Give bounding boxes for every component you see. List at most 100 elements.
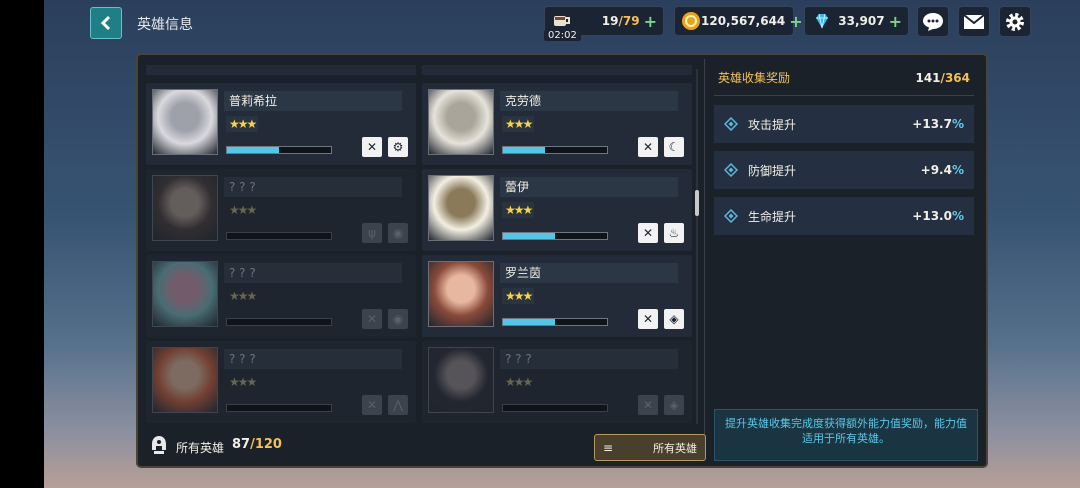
crossed-bow-icon: ✕ [638,309,658,329]
bonus-progress: 141/364 [915,71,970,85]
crossed-bow-icon: ✕ [362,309,382,329]
hero-progress-fill [227,147,279,153]
hero-name: ? ? ? [224,263,402,283]
diamond-element-icon: ◈ [664,395,684,415]
hero-card[interactable]: ? ? ? ★★★ ψ ◉ [146,169,416,251]
gold-value: 120,567,644 [701,14,786,28]
hero-portrait [152,261,218,327]
gold-coin-icon [681,10,701,32]
game-screen: 英雄信息 19/79 + 02:02 120,567,644 + 33,907 … [44,0,1080,488]
hero-stars: ★★★ [502,116,535,132]
hero-stars: ★★★ [226,116,259,132]
hero-progress-bar [226,318,332,326]
hero-stars: ★★★ [502,288,535,304]
page-title: 英雄信息 [137,17,193,33]
hero-stars: ★★★ [229,375,257,389]
hero-stars: ★★★ [229,289,257,303]
diamond-gem-icon [811,10,833,32]
hero-card[interactable]: 罗兰茵 ★★★ ✕ ◈ [422,255,692,337]
hero-progress-bar [226,232,332,240]
hero-portrait [428,89,494,155]
hero-stars: ★★★ [505,375,533,389]
hero-grid[interactable]: 普莉希拉 ★★★ ✕ ⚙ 克劳德 ★★★ ✕ ☾ ? ? ? ★★★ ψ ◉ 蕾伊 ★★★ ✕ ♨ ? ? ? ★… [146,65,692,430]
chevron-left-icon [100,15,111,31]
filter-dropdown[interactable]: ≡ 所有英雄 [594,434,706,461]
hero-progress-fill [503,319,555,325]
hero-card[interactable]: ? ? ? ★★★ ✕ ◉ [146,255,416,337]
hero-progress-fill [503,233,555,239]
all-heroes-label: 所有英雄 [176,441,225,455]
hero-name: 蕾伊 [500,177,678,197]
stat-attack: 攻击提升 +13.7% [714,105,974,143]
stamina-value: 19/79 [601,14,640,28]
stat-hp: 生命提升 +13.0% [714,197,974,235]
diamond-element-icon: ◈ [664,309,684,329]
rune-icon: ψ [362,223,382,243]
diamond-marker-icon [724,117,738,131]
hero-progress-bar [502,404,608,412]
mail-button[interactable] [958,6,990,37]
hero-card[interactable]: ? ? ? ★★★ ✕ ◈ [422,341,692,423]
chat-button[interactable] [917,6,949,37]
hero-portrait [428,261,494,327]
back-button[interactable] [90,7,122,39]
hero-collection-panel: 普莉希拉 ★★★ ✕ ⚙ 克劳德 ★★★ ✕ ☾ ? ? ? ★★★ ψ ◉ 蕾伊 ★★★ ✕ ♨ ? ? ? ★… [136,53,988,468]
hero-name: ? ? ? [500,349,678,369]
moon-element-icon: ☾ [664,137,684,157]
hero-progress-bar [502,146,608,154]
gold-counter[interactable]: 120,567,644 + [674,6,803,36]
diamond-marker-icon [724,209,738,223]
hero-stars: ★★★ [502,202,535,218]
envelope-icon [963,13,985,29]
hero-name: 普莉希拉 [224,91,402,111]
stamina-timer: 02:02 [544,30,581,41]
device-bezel [0,0,44,488]
hero-progress-fill [503,147,545,153]
stat-defense: 防御提升 +9.4% [714,151,974,189]
settings-button[interactable] [999,6,1031,37]
crossed-swords-icon: ✕ [362,395,382,415]
hero-portrait [428,347,494,413]
bonus-title: 英雄收集奖励 [718,71,791,85]
hero-portrait [152,347,218,413]
add-gem-button[interactable]: + [889,12,902,31]
bonus-info-text: 提升英雄收集完成度获得额外能力值奖励，能力值适用于所有英雄。 [714,409,978,461]
hero-card[interactable]: ? ? ? ★★★ ✕ ⋀ [146,341,416,423]
add-gold-button[interactable]: + [789,12,802,31]
menu-lines-icon: ≡ [603,440,614,455]
diamond-marker-icon [724,163,738,177]
partial-card-top-right [422,65,692,75]
collection-bonus-panel: 英雄收集奖励 141/364 攻击提升 +13.7% 防御提升 +9.4% 生命… [710,63,978,461]
mountain-element-icon: ⋀ [388,395,408,415]
hero-stars: ★★★ [229,203,257,217]
hero-progress-bar [502,232,608,240]
hero-progress-bar [502,318,608,326]
scrollbar-track[interactable] [696,69,698,424]
hero-card[interactable]: 克劳德 ★★★ ✕ ☾ [422,83,692,165]
add-stamina-button[interactable]: + [644,12,657,31]
chat-bubble-icon [923,12,943,31]
partial-card-top-left [146,65,416,75]
hero-card[interactable]: 蕾伊 ★★★ ✕ ♨ [422,169,692,251]
gem-counter[interactable]: 33,907 + [804,6,909,36]
crossed-bow-icon: ✕ [638,395,658,415]
hero-name: 克劳德 [500,91,678,111]
water-element-icon: ◉ [388,223,408,243]
gear-icon [1006,12,1024,31]
hero-name: 罗兰茵 [500,263,678,283]
crossed-bow-icon: ✕ [362,137,382,157]
hero-portrait [152,89,218,155]
crossed-swords-icon: ✕ [638,223,658,243]
hero-name: ? ? ? [224,349,402,369]
scrollbar-thumb[interactable] [695,190,699,216]
hero-portrait [428,175,494,241]
panel-divider [704,59,705,459]
hero-progress-bar [226,404,332,412]
bonus-header-divider [714,95,974,96]
fire-element-icon: ♨ [664,223,684,243]
coffee-cup-icon [551,10,573,32]
hero-count: 87/120 [232,437,282,452]
hero-portrait [152,175,218,241]
hero-helmet-icon [152,436,166,454]
hero-card[interactable]: 普莉希拉 ★★★ ✕ ⚙ [146,83,416,165]
